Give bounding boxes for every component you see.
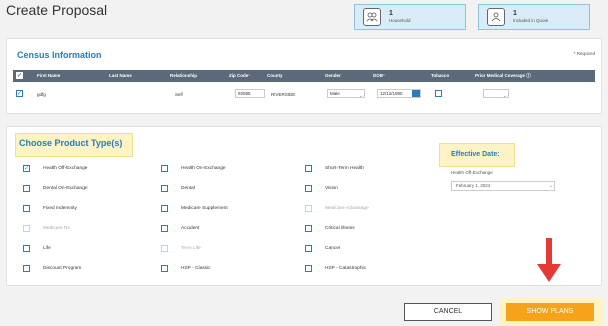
product-checkbox[interactable] xyxy=(161,185,168,192)
product-checkbox[interactable] xyxy=(161,225,168,232)
product-checkbox[interactable] xyxy=(161,205,168,212)
product-label[interactable]: Dental xyxy=(181,186,195,191)
county-value: RIVERSIDE xyxy=(271,92,296,97)
chevron-down-icon: ⌄ xyxy=(548,183,553,189)
gender-value: Male xyxy=(330,91,340,96)
dob-input[interactable]: 12/12/1980 xyxy=(377,89,421,98)
col-prior-coverage-label: Prior Medical Coverage xyxy=(475,73,526,78)
select-all-checkbox[interactable]: ✓ xyxy=(16,72,23,79)
census-card: Census Information * Required ✓ First Na… xyxy=(6,38,602,114)
zip-required-mark: * xyxy=(248,73,251,78)
product-label[interactable]: Vision xyxy=(325,186,338,191)
product-label[interactable]: HSP - Catastrophic xyxy=(325,266,366,271)
product-label[interactable]: Accident xyxy=(181,226,199,231)
first-name-value[interactable]: gdfg xyxy=(37,92,46,97)
product-checkbox[interactable] xyxy=(305,265,312,272)
product-checkbox[interactable] xyxy=(23,205,30,212)
col-prior-coverage: Prior Medical Coverage ⓘ xyxy=(475,73,531,79)
product-checkbox[interactable] xyxy=(305,225,312,232)
calendar-icon[interactable] xyxy=(412,90,420,97)
product-label: Medicare Rx xyxy=(43,226,70,231)
product-checkbox[interactable] xyxy=(161,265,168,272)
page-title: Create Proposal xyxy=(6,2,108,18)
product-label[interactable]: Health Off-Exchange xyxy=(43,166,87,171)
product-label[interactable]: Life xyxy=(43,246,51,251)
prior-coverage-select[interactable]: ⌄ xyxy=(483,89,509,99)
household-count: 1 xyxy=(389,10,393,18)
household-label: Household xyxy=(389,18,411,24)
product-label: Term Life xyxy=(181,246,201,251)
product-label: Medicare Advantage xyxy=(325,206,369,211)
product-label[interactable]: Discount Program xyxy=(43,266,81,271)
product-checkbox[interactable] xyxy=(161,165,168,172)
cancel-button[interactable]: CANCEL xyxy=(404,303,492,321)
col-county: County xyxy=(267,73,283,78)
household-icon xyxy=(363,8,381,26)
col-dob-label: DOB xyxy=(373,73,383,78)
product-checkbox xyxy=(161,245,168,252)
census-row: ✓ gdfg Self 92595 RIVERSIDE Male ⌄ 12/12… xyxy=(13,87,595,101)
products-title: Choose Product Type(s) xyxy=(19,138,123,148)
gender-select[interactable]: Male ⌄ xyxy=(327,89,365,99)
product-label[interactable]: Fixed Indemnity xyxy=(43,206,77,211)
household-stat: 1 Household xyxy=(354,4,466,30)
info-icon[interactable]: ⓘ xyxy=(526,73,531,78)
product-checkbox[interactable] xyxy=(305,165,312,172)
chevron-down-icon: ⌄ xyxy=(502,93,507,99)
effective-product-label: Health Off-Exchange xyxy=(451,170,493,175)
row-select-checkbox[interactable]: ✓ xyxy=(16,90,23,97)
col-first-name: First Name xyxy=(37,73,61,78)
effective-date-value: February 1, 2024 xyxy=(456,183,491,188)
col-dob: DOB* xyxy=(373,73,385,78)
col-last-name: Last Name xyxy=(109,73,132,78)
dob-value: 12/12/1980 xyxy=(380,91,403,96)
chevron-down-icon: ⌄ xyxy=(358,93,363,99)
product-checkbox xyxy=(305,205,312,212)
included-count: 1 xyxy=(513,10,517,18)
col-zip-code-label: Zip Code xyxy=(229,73,249,78)
product-label[interactable]: Medicare Supplement xyxy=(181,206,228,211)
product-checkbox[interactable] xyxy=(23,185,30,192)
product-checkbox[interactable] xyxy=(305,245,312,252)
product-checkbox xyxy=(23,225,30,232)
show-plans-button[interactable]: SHOW PLANS xyxy=(506,303,594,321)
product-label[interactable]: Dental On-Exchange xyxy=(43,186,88,191)
required-note: * Required xyxy=(573,51,595,56)
effective-title: Effective Date: xyxy=(451,151,500,158)
product-label[interactable]: Cancer xyxy=(325,246,340,251)
col-tobacco: Tobacco xyxy=(431,73,450,78)
census-title: Census Information xyxy=(17,50,102,60)
product-label[interactable]: HSP - Classic xyxy=(181,266,211,271)
product-label[interactable]: Short-Term Health xyxy=(325,166,364,171)
effective-date-select[interactable]: February 1, 2024 ⌄ xyxy=(451,181,555,191)
product-checkbox[interactable] xyxy=(23,245,30,252)
tobacco-checkbox[interactable] xyxy=(435,90,442,97)
included-label: Included in Quote xyxy=(513,18,549,24)
col-zip-code: Zip Code* xyxy=(229,73,250,78)
product-checkbox[interactable] xyxy=(23,265,30,272)
product-label[interactable]: Critical Illness xyxy=(325,226,355,231)
dob-required-mark: * xyxy=(383,73,385,78)
relationship-value: Self xyxy=(175,92,183,97)
product-checkbox[interactable]: ✓ xyxy=(23,165,30,172)
census-table-header: ✓ First Name Last Name Relationship Zip … xyxy=(13,70,595,82)
products-card: Choose Product Type(s) Effective Date: H… xyxy=(6,126,602,286)
person-icon xyxy=(487,8,505,26)
arrow-down-icon xyxy=(537,238,561,282)
product-label[interactable]: Health On-Exchange xyxy=(181,166,226,171)
col-gender: Gender xyxy=(325,73,341,78)
included-stat: 1 Included in Quote xyxy=(478,4,590,30)
zip-code-input[interactable]: 92595 xyxy=(235,89,265,98)
product-checkbox[interactable] xyxy=(305,185,312,192)
col-relationship: Relationship xyxy=(170,73,198,78)
